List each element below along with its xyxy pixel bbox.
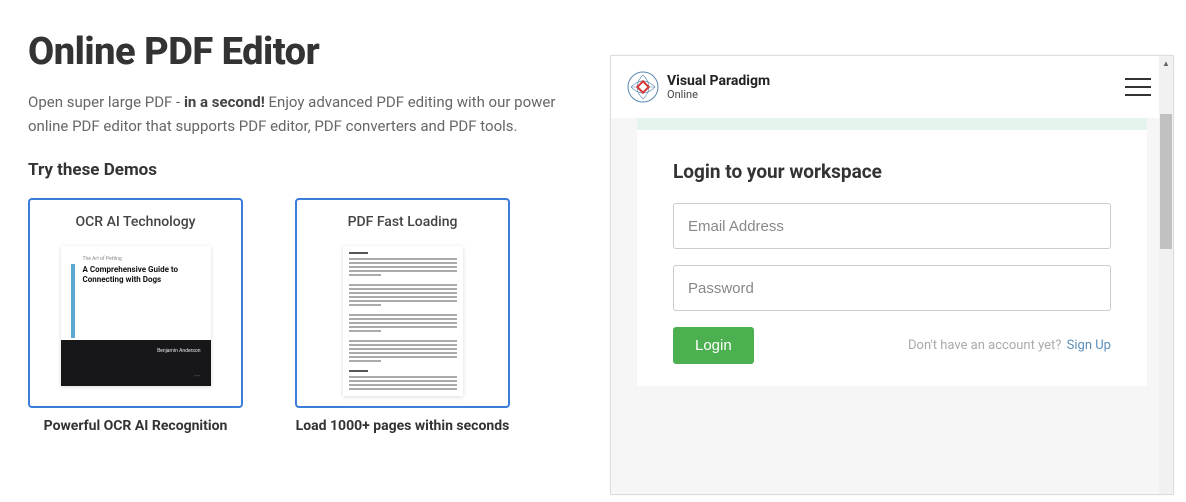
book-accent-bar [71,264,75,338]
brand-sub-text: Online [667,89,770,100]
try-demos-heading: Try these Demos [28,160,580,180]
banner-strip [637,118,1147,130]
book-small-title: The Art of Petting [83,256,199,262]
demo-fast-box[interactable]: PDF Fast Loading [295,198,510,408]
doc-preview [343,246,463,396]
scrollbar-up-icon[interactable]: ▲ [1159,56,1173,70]
email-field[interactable] [673,203,1111,249]
book-author: Benjamin Anderson [71,348,201,354]
subtitle-bold: in a second! [184,93,265,111]
login-panel: Login to your workspace Login Don't have… [637,130,1147,386]
hamburger-menu-icon[interactable] [1125,78,1151,96]
brand-main-text: Visual Paradigm [667,74,770,88]
brand[interactable]: Visual Paradigm Online [627,71,770,103]
scrollbar-track[interactable]: ▲ [1159,56,1173,494]
demo-fast-caption: Load 1000+ pages within seconds [296,418,510,434]
login-button[interactable]: Login [673,327,754,364]
signup-link[interactable]: Sign Up [1067,338,1111,353]
doc-title-line [349,252,368,254]
book-footer: ····· [71,374,201,380]
demo-ocr-caption: Powerful OCR AI Recognition [44,418,228,434]
scrollbar-thumb[interactable] [1160,114,1172,249]
password-field[interactable] [673,265,1111,311]
page-subtitle: Open super large PDF - in a second! Enjo… [28,90,580,138]
demo-ocr-header: OCR AI Technology [76,214,196,230]
book-main-title: A Comprehensive Guide to Connecting with… [83,265,199,284]
subtitle-prefix: Open super large PDF - [28,93,184,111]
book-preview: The Art of Petting A Comprehensive Guide… [61,246,211,386]
embed-header: Visual Paradigm Online [611,56,1173,118]
login-embed-frame: Visual Paradigm Online Login to your wor… [610,55,1174,495]
demo-card-ocr: OCR AI Technology The Art of Petting A C… [28,198,243,434]
embed-body: Login to your workspace Login Don't have… [611,118,1173,494]
demo-ocr-box[interactable]: OCR AI Technology The Art of Petting A C… [28,198,243,408]
brand-logo-icon [627,71,659,103]
login-title: Login to your workspace [673,160,1111,183]
signup-text: Don't have an account yet? Sign Up [908,338,1111,353]
demos-row: OCR AI Technology The Art of Petting A C… [28,198,580,434]
signup-prompt: Don't have an account yet? [908,338,1061,353]
demo-card-fast: PDF Fast Loading L [295,198,510,434]
demo-fast-header: PDF Fast Loading [348,214,458,230]
page-title: Online PDF Editor [28,30,580,74]
